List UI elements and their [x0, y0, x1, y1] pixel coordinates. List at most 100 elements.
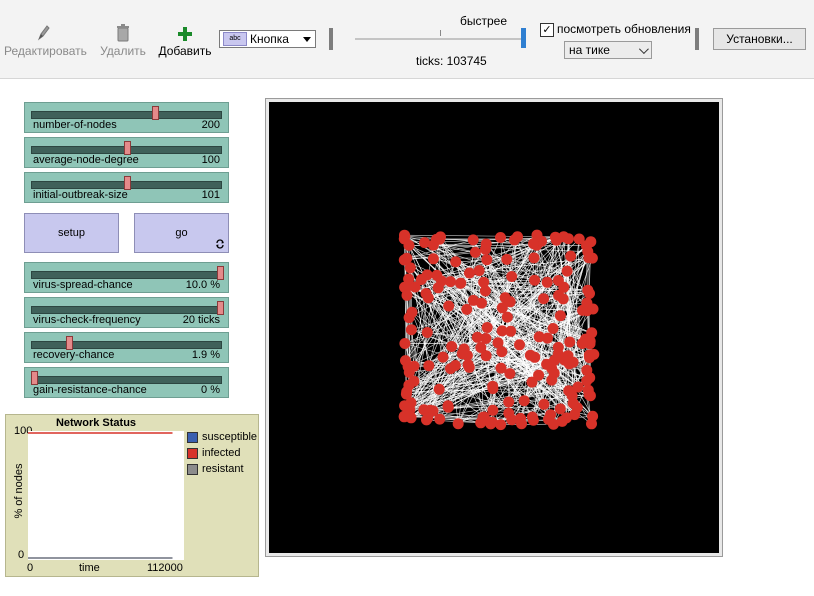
- network-node: [526, 411, 538, 423]
- setup-button[interactable]: setup: [24, 213, 119, 253]
- network-node: [583, 252, 595, 264]
- slider-thumb[interactable]: [124, 141, 131, 155]
- ticks-counter: ticks: 103745: [416, 54, 487, 68]
- network-node: [581, 375, 593, 387]
- slider-thumb[interactable]: [31, 371, 38, 385]
- chevron-down-icon: [638, 43, 649, 54]
- network-node: [588, 348, 600, 360]
- trash-icon: [98, 20, 148, 42]
- network-node: [554, 310, 566, 322]
- add-button[interactable]: Добавить: [158, 20, 212, 58]
- network-node: [552, 348, 564, 360]
- network-node: [423, 360, 435, 372]
- network-node: [506, 271, 518, 282]
- network-node: [586, 418, 597, 430]
- delete-button[interactable]: Удалить: [98, 20, 148, 58]
- network-node: [399, 229, 410, 241]
- slider-value: 1.9 %: [191, 349, 220, 361]
- slider-thumb[interactable]: [124, 176, 131, 190]
- legend-item-susceptible: susceptible: [187, 431, 257, 443]
- settings-button[interactable]: Установки...: [713, 28, 806, 50]
- network-node: [404, 262, 416, 274]
- network-node: [403, 273, 415, 285]
- network-node: [421, 327, 433, 338]
- slider-number-of-nodes[interactable]: number-of-nodes 200: [24, 102, 229, 133]
- network-node: [476, 297, 487, 309]
- network-node: [543, 413, 554, 425]
- plot-title: Network Status: [55, 417, 137, 429]
- pencil-icon: [4, 20, 84, 42]
- network-node: [467, 234, 479, 246]
- world-view[interactable]: [269, 102, 719, 553]
- slider-average-node-degree[interactable]: average-node-degree 100: [24, 137, 229, 168]
- network-node: [452, 418, 464, 430]
- check-mark-icon: ✓: [542, 24, 552, 36]
- slider-thumb[interactable]: [217, 266, 224, 280]
- setup-label: setup: [58, 227, 85, 239]
- network-node: [481, 322, 493, 333]
- slider-track[interactable]: [31, 341, 222, 349]
- network-node: [558, 231, 570, 243]
- network-node: [495, 232, 506, 243]
- widget-type-select[interactable]: abc Кнопка: [219, 30, 316, 48]
- network-node: [533, 331, 545, 343]
- network-node: [569, 409, 581, 421]
- network-node: [401, 289, 413, 301]
- view-updates-checkbox[interactable]: ✓: [540, 23, 554, 37]
- network-node: [576, 338, 588, 349]
- network-node: [463, 361, 475, 373]
- slider-track[interactable]: [31, 271, 222, 279]
- network-node: [538, 398, 550, 410]
- slider-initial-outbreak-size[interactable]: initial-outbreak-size 101: [24, 172, 229, 203]
- slider-value: 10.0 %: [185, 279, 220, 291]
- slider-value: 20 ticks: [182, 314, 220, 326]
- network-node: [501, 253, 513, 265]
- view-updates-label: посмотреть обновления: [557, 22, 691, 36]
- slider-thumb[interactable]: [66, 336, 74, 350]
- network-node: [501, 311, 513, 323]
- network-node: [403, 239, 415, 251]
- network-node: [401, 252, 413, 264]
- network-node: [478, 276, 490, 288]
- y-axis-label: % of nodes: [13, 463, 25, 519]
- button-widget-icon: abc: [223, 32, 247, 46]
- slider-track[interactable]: [31, 111, 222, 119]
- network-node: [422, 412, 434, 424]
- slider-value: 200: [201, 119, 220, 131]
- network-node: [548, 367, 560, 379]
- slider-name: recovery-chance: [33, 349, 115, 361]
- network-node: [584, 288, 595, 299]
- update-mode-select[interactable]: на тике: [564, 41, 652, 59]
- network-node: [567, 356, 579, 368]
- network-node: [446, 341, 458, 352]
- network-node: [450, 256, 462, 268]
- network-node: [541, 276, 553, 288]
- network-node: [514, 339, 525, 351]
- slider-gain-resistance-chance[interactable]: gain-resistance-chance 0 %: [24, 367, 229, 398]
- slider-virus-check-frequency[interactable]: virus-check-frequency 20 ticks: [24, 297, 229, 328]
- network-node: [506, 414, 518, 426]
- slider-track[interactable]: [31, 306, 222, 314]
- slider-name: number-of-nodes: [33, 119, 117, 131]
- speed-slider-track[interactable]: [355, 38, 523, 40]
- legend-item-resistant: resistant: [187, 463, 244, 475]
- update-mode-value: на тике: [569, 43, 610, 57]
- speed-slider-thumb[interactable]: [521, 28, 526, 48]
- slider-name: virus-check-frequency: [33, 314, 141, 326]
- slider-thumb[interactable]: [217, 301, 224, 315]
- widget-type-value: Кнопка: [250, 32, 289, 46]
- x-max-label: 112000: [147, 562, 183, 574]
- slider-thumb[interactable]: [151, 106, 159, 120]
- slider-track[interactable]: [31, 376, 222, 384]
- edit-button[interactable]: Редактировать: [4, 20, 87, 58]
- legend-label: resistant: [202, 463, 244, 475]
- speed-label: быстрее: [460, 14, 508, 28]
- slider-recovery-chance[interactable]: recovery-chance 1.9 %: [24, 332, 229, 363]
- legend-label: infected: [202, 447, 241, 459]
- network-node: [496, 346, 508, 358]
- network-node: [556, 415, 568, 427]
- slider-virus-spread-chance[interactable]: virus-spread-chance 10.0 %: [24, 262, 229, 293]
- slider-value: 100: [201, 154, 220, 166]
- network-node: [437, 351, 449, 363]
- go-button[interactable]: go: [134, 213, 229, 253]
